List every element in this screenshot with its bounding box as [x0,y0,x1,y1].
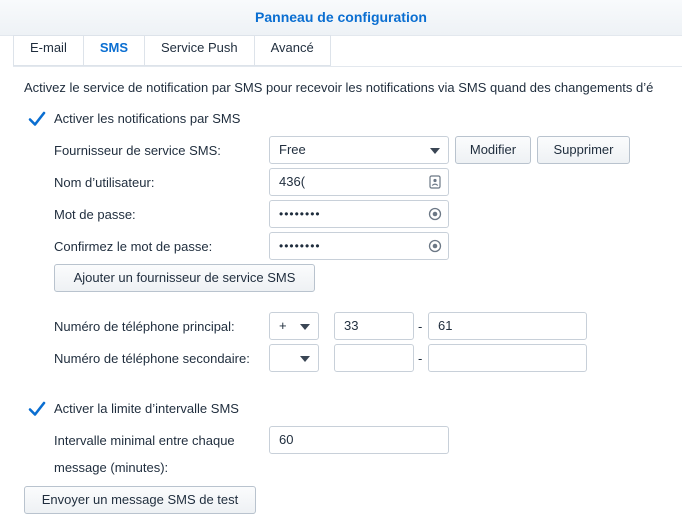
add-provider-button[interactable]: Ajouter un fournisseur de service SMS [54,264,315,292]
primary-phone-country-code: 33 [344,318,359,333]
tab-service-push[interactable]: Service Push [145,35,255,66]
username-label: Nom d’utilisateur: [54,175,155,190]
show-password-icon[interactable] [428,207,442,221]
username-value: 436( [279,174,306,189]
window-header: Panneau de configuration [0,0,682,36]
password-label: Mot de passe: [54,207,136,222]
tab-advanced[interactable]: Avancé [254,35,331,66]
send-test-sms-button[interactable]: Envoyer un message SMS de test [24,486,256,514]
secondary-phone-number-input[interactable] [428,344,587,372]
chevron-down-icon [430,148,440,154]
chevron-down-icon [300,356,310,362]
username-input[interactable]: 436( [269,168,449,196]
enable-sms-checkbox[interactable] [28,110,46,128]
provider-label: Fournisseur de service SMS: [54,143,221,158]
password-input[interactable]: •••••••• [269,200,449,228]
contact-card-icon[interactable] [428,175,442,189]
confirm-password-input[interactable]: •••••••• [269,232,449,260]
primary-phone-number: 61 [438,318,453,333]
modify-button[interactable]: Modifier [455,136,531,164]
password-value: •••••••• [279,207,321,221]
enable-sms-label[interactable]: Activer les notifications par SMS [54,111,240,126]
delete-button[interactable]: Supprimer [537,136,630,164]
confirm-password-label: Confirmez le mot de passe: [54,239,213,254]
secondary-phone-prefix-select[interactable] [269,344,319,372]
secondary-phone-country-code-input[interactable] [334,344,414,372]
confirm-password-value: •••••••• [279,239,321,253]
primary-phone-prefix-select[interactable]: + [269,312,319,340]
provider-value: Free [279,142,306,157]
provider-select[interactable]: Free [269,136,449,164]
interval-limit-checkbox[interactable] [28,400,46,418]
primary-phone-number-input[interactable]: 61 [428,312,587,340]
interval-limit-label[interactable]: Activer la limite d’intervalle SMS [54,401,239,416]
chevron-down-icon [300,324,310,330]
min-interval-value: 60 [279,432,294,447]
min-interval-input[interactable]: 60 [269,426,449,454]
primary-phone-separator: - [418,319,423,334]
description-text: Activez le service de notification par S… [24,80,654,95]
tab-email[interactable]: E-mail [13,35,84,66]
min-interval-label-line2: message (minutes): [54,460,169,475]
min-interval-label-line1: Intervalle minimal entre chaque [54,433,235,448]
show-password-icon[interactable] [428,239,442,253]
primary-phone-label: Numéro de téléphone principal: [54,319,235,334]
secondary-phone-label: Numéro de téléphone secondaire: [54,351,250,366]
primary-phone-prefix: + [279,318,287,333]
tab-bar: E-mail SMS Service Push Avancé [13,35,331,66]
primary-phone-country-code-input[interactable]: 33 [334,312,414,340]
tab-divider [13,66,682,67]
page-title: Panneau de configuration [255,9,427,25]
secondary-phone-separator: - [418,351,423,366]
tab-sms[interactable]: SMS [83,35,146,66]
